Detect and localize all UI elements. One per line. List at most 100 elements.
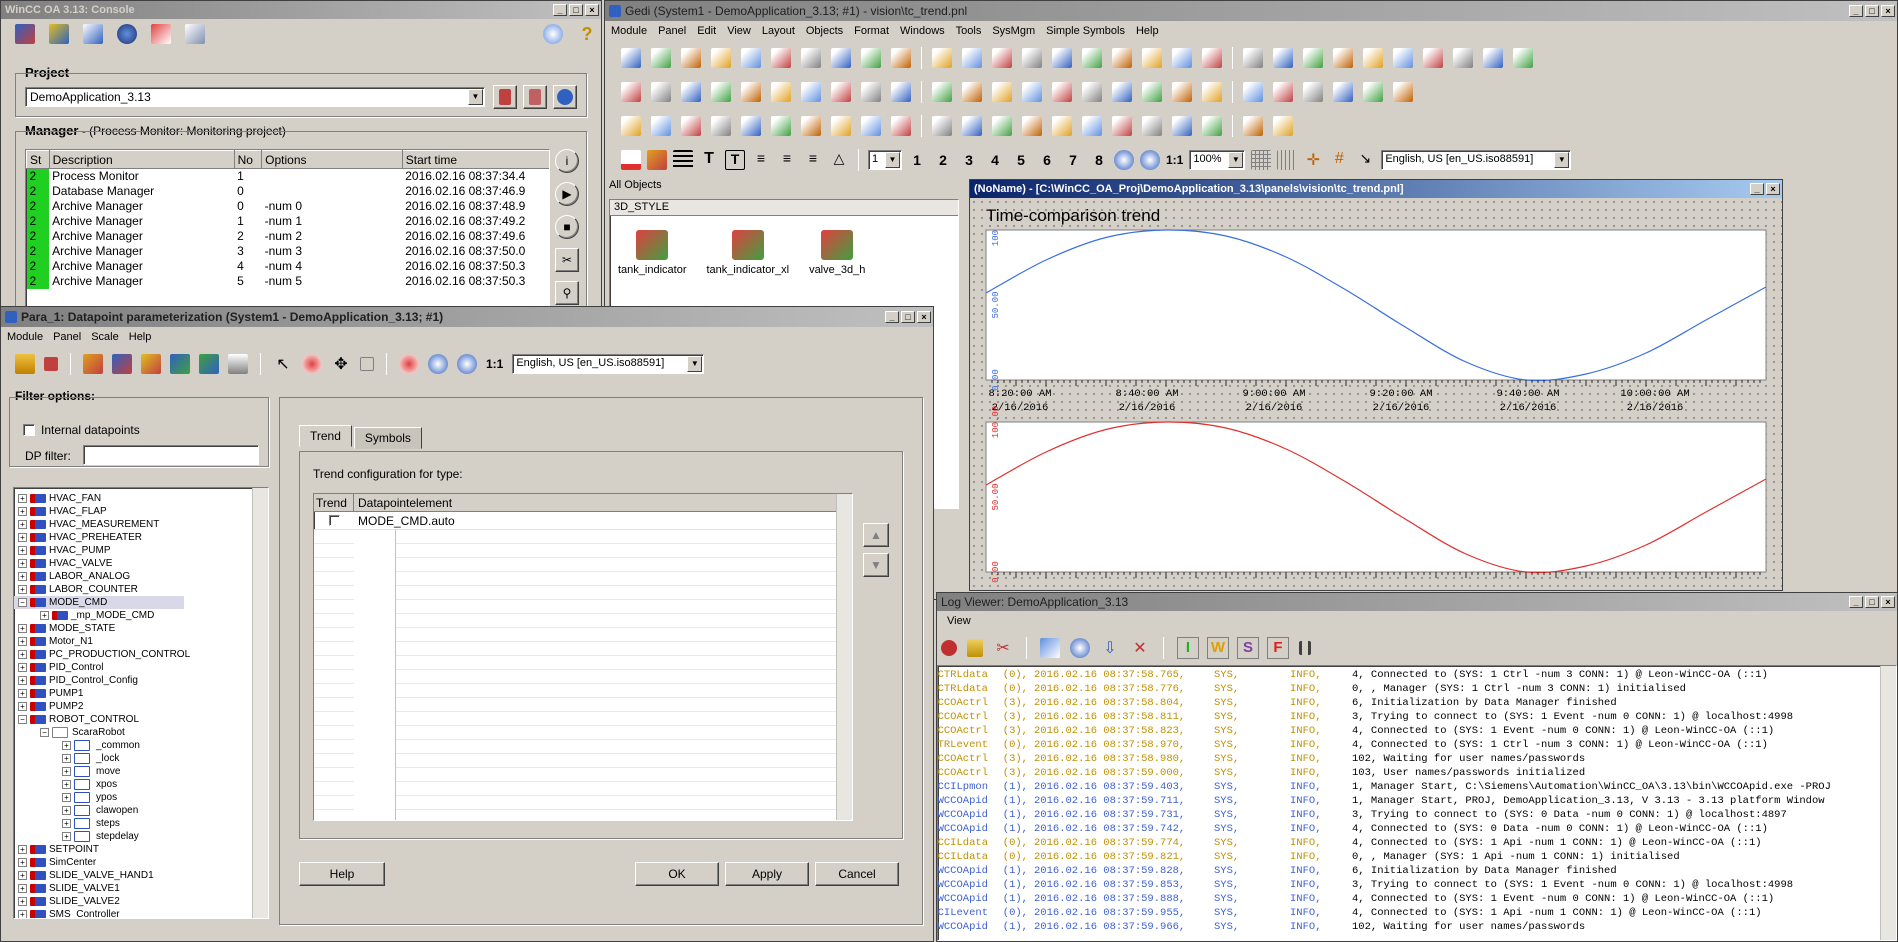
toolbar-tool-icon[interactable]: [741, 82, 761, 102]
toolbar-tool-icon[interactable]: [1273, 82, 1293, 102]
toolbar-tool-icon[interactable]: [861, 48, 881, 68]
expand-icon[interactable]: +: [18, 572, 27, 581]
rect-icon[interactable]: [360, 357, 374, 371]
globe-icon[interactable]: [117, 24, 137, 44]
panel-close-button[interactable]: ×: [1766, 183, 1780, 195]
para-menu-item[interactable]: Scale: [91, 331, 119, 343]
gedi-menu-item[interactable]: SysMgm: [992, 25, 1035, 37]
expand-icon[interactable]: +: [62, 819, 71, 828]
manager-search-button[interactable]: ⚲: [555, 281, 579, 305]
tree-row[interactable]: + HVAC_MEASUREMENT: [14, 518, 268, 531]
catalog-group[interactable]: 3D_STYLE: [610, 200, 958, 216]
dp-tree-icon[interactable]: [112, 354, 132, 374]
copy-icon[interactable]: [1040, 638, 1060, 658]
toolbar-tool-icon[interactable]: [1142, 82, 1162, 102]
dp-filter-input[interactable]: [83, 445, 259, 465]
console-titlebar[interactable]: WinCC OA 3.13: Console _ □ ×: [1, 1, 601, 19]
toolbar-tool-icon[interactable]: [1052, 82, 1072, 102]
dp-icon[interactable]: [83, 354, 103, 374]
toolbar-tool-icon[interactable]: [992, 48, 1012, 68]
tree-row[interactable]: + SLIDE_VALVE_HAND1: [14, 869, 268, 882]
log-line[interactable]: WCCOActrl (3), 2016.02.16 08:37:58.823, SY…: [938, 724, 1896, 738]
log-line[interactable]: WCCOApid (1), 2016.02.16 08:37:59.828, SYS…: [938, 864, 1896, 878]
toolbar-tool-icon[interactable]: [1333, 48, 1353, 68]
edit-icon[interactable]: [83, 24, 103, 44]
tree-row[interactable]: + SimCenter: [14, 856, 268, 869]
toolbar-tool-icon[interactable]: [932, 48, 952, 68]
toolbar-tool-icon[interactable]: [1243, 116, 1263, 136]
para-minimize-button[interactable]: _: [885, 311, 899, 323]
print-icon[interactable]: [228, 354, 248, 374]
fill-color-icon[interactable]: [647, 150, 667, 170]
tree-row[interactable]: + HVAC_FAN: [14, 492, 268, 505]
tree-row[interactable]: + LABOR_ANALOG: [14, 570, 268, 583]
toolbar-tool-icon[interactable]: [771, 116, 791, 136]
log-line[interactable]: WCCOActrl (3), 2016.02.16 08:37:59.000, SY…: [938, 766, 1896, 780]
gedi-menu-item[interactable]: View: [727, 25, 751, 37]
zoom-select[interactable]: 100% ▼: [1189, 150, 1246, 170]
trend-table-scrollbar[interactable]: [836, 494, 852, 820]
layer-button[interactable]: 6: [1038, 152, 1056, 168]
para-menu-item[interactable]: Module: [7, 331, 43, 343]
manager-info-button[interactable]: i: [555, 149, 579, 173]
stop-icon[interactable]: [941, 640, 957, 656]
toolbar-tool-icon[interactable]: [1082, 48, 1102, 68]
open-icon[interactable]: [15, 354, 35, 374]
expand-icon[interactable]: +: [62, 832, 71, 841]
log-close-button[interactable]: ×: [1881, 596, 1895, 608]
dp-hierarchy-icon[interactable]: [170, 354, 190, 374]
log-maximize-button[interactable]: □: [1865, 596, 1879, 608]
toolbar-tool-icon[interactable]: [1202, 82, 1222, 102]
expand-icon[interactable]: +: [62, 780, 71, 789]
log-line[interactable]: CTRLdata (0), 2016.02.16 08:37:58.765, SYS…: [938, 668, 1896, 682]
tree-row[interactable]: + SLIDE_VALVE2: [14, 895, 268, 908]
rotate-icon[interactable]: [302, 354, 322, 374]
toolbar-tool-icon[interactable]: [711, 116, 731, 136]
crosshair-icon[interactable]: ✛: [1303, 150, 1323, 170]
expand-icon[interactable]: +: [62, 754, 71, 763]
expand-icon[interactable]: +: [18, 546, 27, 555]
toolbar-tool-icon[interactable]: [771, 48, 791, 68]
project-stop-button[interactable]: [523, 85, 547, 109]
log-line[interactable]: WCCOApid (1), 2016.02.16 08:37:59.888, SYS…: [938, 892, 1896, 906]
trend-panel-titlebar[interactable]: (NoName) - [C:\WinCC_OA_Proj\DemoApplica…: [970, 180, 1782, 198]
toolbar-tool-icon[interactable]: [1483, 48, 1503, 68]
tab-trend[interactable]: Trend: [299, 425, 352, 447]
toolbar-tool-icon[interactable]: [1363, 82, 1383, 102]
toolbar-tool-icon[interactable]: [831, 82, 851, 102]
tree-row[interactable]: + PC_PRODUCTION_CONTROL: [14, 648, 268, 661]
ok-button[interactable]: OK: [635, 862, 719, 886]
zoom-out-icon[interactable]: [457, 354, 477, 374]
expand-icon[interactable]: +: [18, 507, 27, 516]
toolbar-tool-icon[interactable]: [1303, 82, 1323, 102]
tree-row[interactable]: + SLIDE_VALVE1: [14, 882, 268, 895]
connect-icon[interactable]: ↘: [1355, 150, 1375, 170]
toolbar-tool-icon[interactable]: [1393, 82, 1413, 102]
columns-icon[interactable]: [1299, 641, 1311, 655]
tree-row[interactable]: + _mp_MODE_CMD: [14, 609, 268, 622]
align-right-icon[interactable]: ≡: [803, 150, 823, 170]
trend-row-checkbox[interactable]: [328, 515, 340, 526]
line-style-icon[interactable]: [673, 150, 693, 170]
expand-icon[interactable]: +: [18, 624, 27, 633]
find-icon[interactable]: [1070, 638, 1090, 658]
log-filter-w-button[interactable]: W: [1207, 637, 1229, 659]
dp-config-icon[interactable]: [141, 354, 161, 374]
toolbar-tool-icon[interactable]: [1172, 48, 1192, 68]
toolbar-tool-icon[interactable]: [1453, 48, 1473, 68]
toolbar-tool-icon[interactable]: [1172, 82, 1192, 102]
gedi-menu-item[interactable]: Panel: [658, 25, 686, 37]
project-start-button[interactable]: [493, 85, 517, 109]
download-icon[interactable]: ⇩: [1100, 638, 1120, 658]
tree-row[interactable]: + LABOR_COUNTER: [14, 583, 268, 596]
toolbar-tool-icon[interactable]: [1243, 48, 1263, 68]
gedi-minimize-button[interactable]: _: [1849, 5, 1863, 17]
expand-icon[interactable]: +: [18, 494, 27, 503]
project-select[interactable]: DemoApplication_3.13 ▼: [25, 87, 485, 107]
align-center-icon[interactable]: ≡: [777, 150, 797, 170]
gedi-menu-item[interactable]: Module: [611, 25, 647, 37]
expand-icon[interactable]: +: [18, 585, 27, 594]
toolbar-tool-icon[interactable]: [801, 116, 821, 136]
table-row[interactable]: 2 Archive Manager 5 -num 5 2016.02.16 08:37:…: [26, 273, 550, 289]
toolbar-tool-icon[interactable]: [1022, 48, 1042, 68]
